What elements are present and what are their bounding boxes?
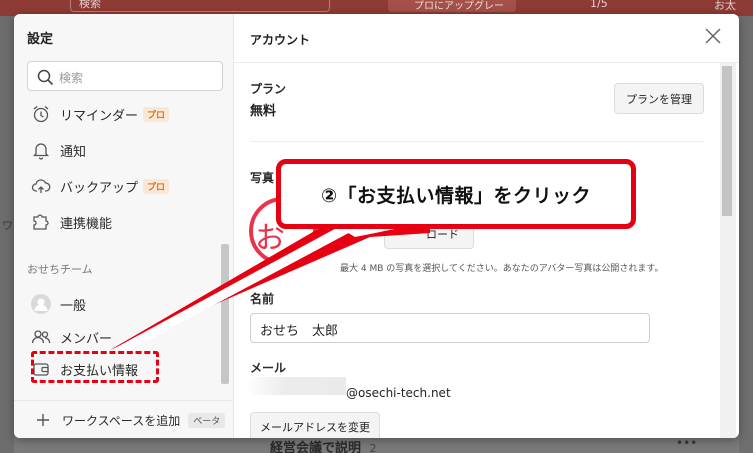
instruction-callout: ②「お支払い情報」をクリック: [276, 159, 636, 229]
billing-highlight-box: [31, 351, 159, 383]
